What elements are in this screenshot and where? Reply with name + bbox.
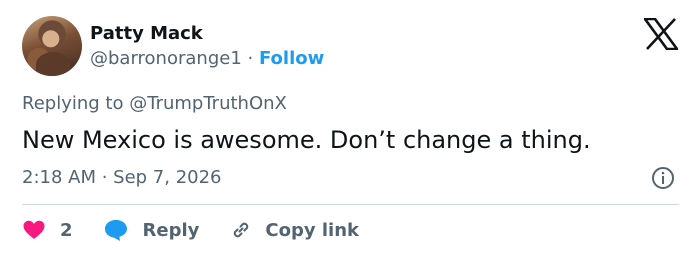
reply-label: Reply [142, 219, 200, 241]
copy-link-button[interactable]: Copy link [229, 218, 359, 242]
info-icon[interactable] [651, 166, 675, 190]
tweet-text: New Mexico is awesome. Don’t change a th… [22, 126, 591, 154]
follow-button[interactable]: Follow [259, 48, 324, 69]
reply-bubble-icon [104, 220, 127, 241]
divider [22, 204, 679, 205]
link-icon [234, 222, 249, 238]
handle-separator: · [247, 48, 254, 69]
x-logo-icon[interactable] [644, 18, 678, 50]
replying-to-mention[interactable]: @TrumpTruthOnX [129, 93, 287, 114]
like-count: 2 [60, 219, 73, 241]
replying-prefix: Replying to [22, 93, 124, 114]
tweet-actions: 2 Reply Copy link [22, 214, 359, 246]
author-name[interactable]: Patty Mack [90, 22, 203, 46]
author-handle[interactable]: @barronorange1 [90, 48, 242, 69]
like-button[interactable]: 2 [22, 218, 73, 242]
avatar[interactable] [22, 16, 82, 76]
replying-to: Replying to @TrumpTruthOnX [22, 92, 287, 116]
heart-icon [23, 220, 45, 239]
author-handle-row: @barronorange1 · Follow [90, 47, 324, 71]
tweet-timestamp[interactable]: 2:18 AM · Sep 7, 2026 [22, 165, 222, 191]
copy-link-label: Copy link [265, 219, 359, 241]
reply-button[interactable]: Reply [103, 218, 200, 242]
